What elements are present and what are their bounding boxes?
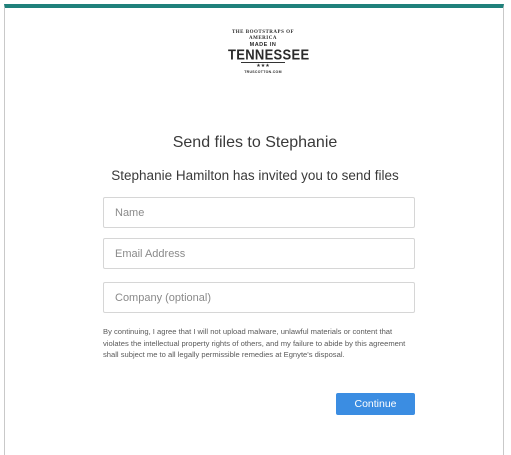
upload-card: THE BOOTSTRAPS OF AMERICA MADE IN TENNES… xyxy=(4,4,504,455)
continue-button[interactable]: Continue xyxy=(336,393,415,415)
invite-subtitle: Stephanie Hamilton has invited you to se… xyxy=(111,168,399,183)
page-title: Send files to Stephanie xyxy=(172,134,338,151)
page: THE BOOTSTRAPS OF AMERICA MADE IN TENNES… xyxy=(0,0,511,455)
made-in-tennessee-logo: THE BOOTSTRAPS OF AMERICA MADE IN TENNES… xyxy=(228,30,310,76)
company-input[interactable] xyxy=(103,282,415,313)
logo-stars: ★★★ xyxy=(256,63,270,69)
name-input[interactable] xyxy=(103,197,415,228)
logo-main-text: TENNESSEE xyxy=(228,45,310,64)
logo-url-text: TRUSCOTTON.COM xyxy=(244,70,282,74)
logo-arc-text: THE BOOTSTRAPS OF AMERICA xyxy=(231,30,295,41)
terms-text: By continuing, I agree that I will not u… xyxy=(103,327,406,359)
email-input[interactable] xyxy=(103,238,415,269)
